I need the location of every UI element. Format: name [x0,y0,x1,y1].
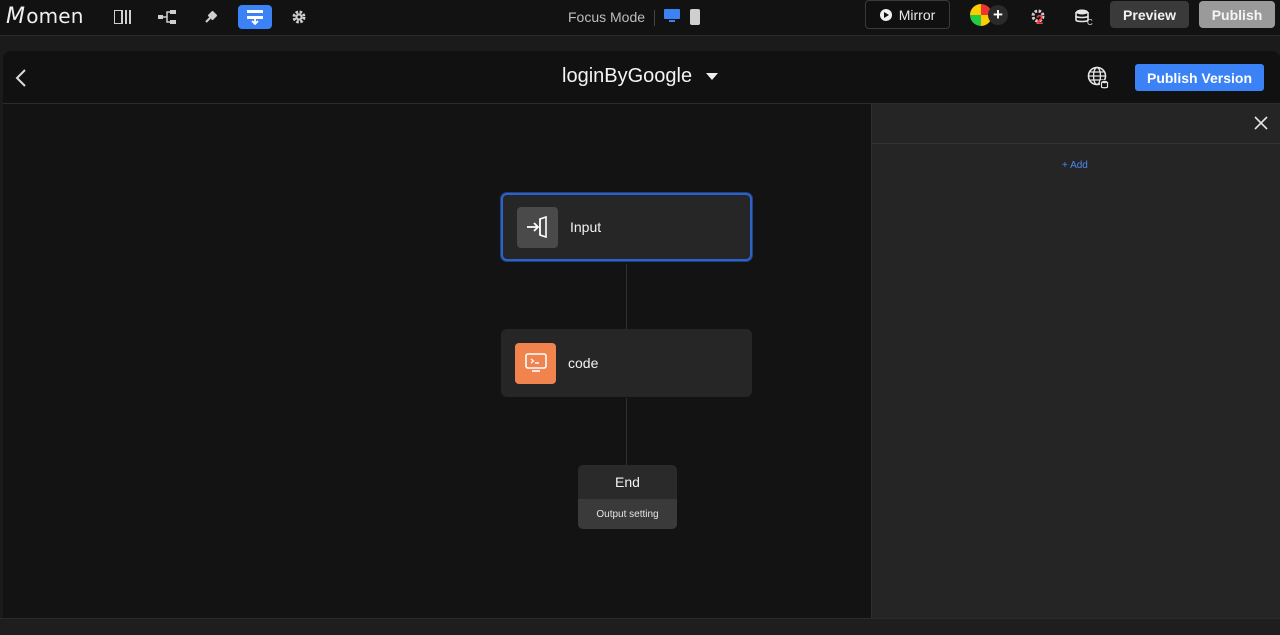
flow-title: loginByGoogle [562,65,693,87]
database-icon[interactable]: C [1072,5,1096,29]
focus-mode-label[interactable]: Focus Mode [568,9,645,25]
preview-button[interactable]: Preview [1110,1,1189,28]
globe-database-icon[interactable] [1087,66,1111,95]
actionflow-icon[interactable] [238,5,272,29]
output-setting-button[interactable]: Output setting [578,499,677,529]
pages-icon[interactable] [111,5,135,29]
data-model-icon[interactable] [155,5,179,29]
panel-header [872,104,1280,144]
svg-text:C: C [1087,18,1093,26]
flow-node-end[interactable]: End Output setting [578,465,677,529]
add-collaborator-icon[interactable]: + [988,5,1008,25]
settings-gear-icon[interactable] [287,5,311,29]
node-label: code [568,355,599,371]
divider [654,10,655,26]
top-toolbar: Momen Focus Mode Mirror + 2 C Preview Pu… [0,0,1280,36]
flow-node-input[interactable]: Input [501,193,752,261]
play-icon [879,8,892,21]
desktop-icon[interactable] [664,9,680,28]
connector-line [626,264,627,336]
flow-node-code[interactable]: code [501,329,752,397]
side-panel: + Add [871,104,1280,618]
close-icon[interactable] [1254,116,1268,135]
publish-button[interactable]: Publish [1199,1,1275,28]
mobile-icon[interactable] [690,9,700,30]
flow-title-dropdown[interactable]: loginByGoogle [562,65,719,88]
actionflow-editor: loginByGoogle Publish Version Input + co… [3,51,1280,618]
logo-initial: M [6,3,26,29]
add-link[interactable]: + Add [1062,160,1088,171]
chevron-down-icon [706,73,719,80]
code-terminal-icon [515,342,556,384]
momen-logo[interactable]: Momen [6,3,84,29]
input-icon [517,206,558,248]
connector-line [626,398,627,470]
back-arrow-icon[interactable] [15,68,27,93]
flow-canvas[interactable]: Input + code + End Output setting [3,104,871,618]
plugin-icon[interactable] [199,5,223,29]
publish-version-button[interactable]: Publish Version [1135,64,1264,91]
bottom-strip [0,618,1280,635]
mirror-label: Mirror [898,6,936,23]
node-label: Input [570,219,602,235]
logo-text: omen [26,4,84,28]
end-label: End [615,474,640,490]
editor-header: loginByGoogle Publish Version [3,51,1280,104]
mirror-button[interactable]: Mirror [865,0,950,29]
error-count-badge: 2 [1036,12,1044,27]
